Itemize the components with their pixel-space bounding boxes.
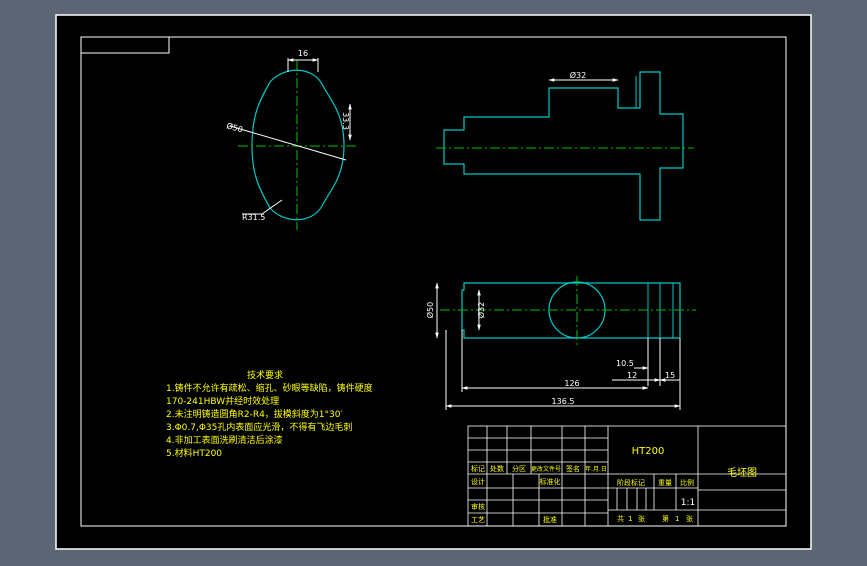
sheet-total: 1	[628, 515, 632, 523]
dim-12: 12	[627, 371, 637, 380]
sheet-total-suffix: 张	[638, 514, 645, 523]
dim-dia-32-bottom: Ø32	[476, 302, 486, 318]
hdr-count: 处数	[490, 464, 504, 473]
hdr-date: 年.月.日	[585, 465, 607, 473]
material: HT200	[632, 446, 665, 457]
label-scale: 比例	[680, 478, 694, 487]
dim-10-5: 10.5	[616, 359, 634, 368]
dim-dia-50-bottom: Ø50	[425, 302, 435, 318]
drawing-canvas: 16 33.3 Ø50 R31.5 Ø32 Ø50 Ø32 10.5 12 15…	[55, 14, 812, 550]
label-stage: 阶段标记	[617, 478, 645, 487]
dim-136-5: 136.5	[552, 397, 575, 406]
note-line: 170-241HBW并经时效处理	[166, 395, 279, 407]
sheet-index-prefix: 第	[662, 514, 669, 523]
cad-viewport[interactable]: 16 33.3 Ø50 R31.5 Ø32 Ø50 Ø32 10.5 12 15…	[0, 0, 867, 562]
note-line: 5.材料HT200	[166, 447, 222, 459]
dim-15: 15	[665, 371, 675, 380]
drawing-name: 毛坯图	[727, 467, 757, 479]
label-weight: 重量	[658, 479, 672, 487]
dim-33-3: 33.3	[341, 112, 350, 130]
label-standard: 标准化	[540, 477, 561, 486]
sheet-total-prefix: 共	[617, 514, 624, 523]
dim-dia-32-front: Ø32	[570, 70, 586, 80]
dim-r31-5: R31.5	[242, 213, 265, 222]
note-line: 3.Φ0.7,Φ35孔内表面应光滑，不得有飞边毛刺	[166, 421, 352, 433]
hdr-mark: 标记	[471, 464, 485, 473]
label-design: 设计	[471, 477, 485, 486]
sheet-index-suffix: 张	[686, 514, 693, 523]
label-approve: 批准	[543, 515, 557, 524]
hdr-zone: 分区	[512, 464, 526, 473]
notes-title: 技术要求	[247, 369, 283, 381]
hdr-sign: 签名	[566, 464, 580, 473]
label-review: 审核	[471, 502, 485, 511]
label-process: 工艺	[471, 516, 485, 524]
note-line: 4.非加工表面洗刷清洁后涂漆	[166, 434, 283, 446]
note-line: 2.未注明铸造圆角R2-R4，拔模斜度为1°30′	[166, 408, 343, 420]
hdr-change-doc: 更改文件号	[531, 465, 561, 473]
dim-16: 16	[298, 49, 308, 58]
note-line: 1.铸件不允许有疏松、缩孔、砂眼等缺陷，铸件硬度	[166, 382, 373, 394]
dim-126: 126	[564, 379, 579, 388]
sheet-index: 1	[675, 515, 679, 523]
scale-value: 1:1	[681, 498, 695, 508]
